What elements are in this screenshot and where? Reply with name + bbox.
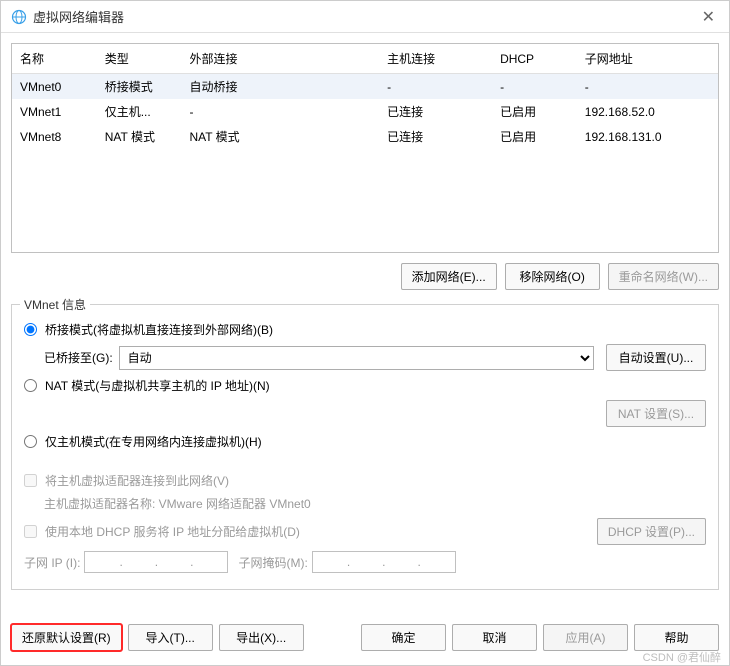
table-row[interactable]: VMnet1 仅主机... - 已连接 已启用 192.168.52.0 xyxy=(12,99,718,124)
window-title: 虚拟网络编辑器 xyxy=(33,7,698,26)
subnet-mask-label: 子网掩码(M): xyxy=(238,554,307,571)
bridge-radio[interactable] xyxy=(24,323,37,336)
vmnet-info-group: VMnet 信息 桥接模式(将虚拟机直接连接到外部网络)(B) 已桥接至(G):… xyxy=(11,304,719,590)
content-area: 名称 类型 外部连接 主机连接 DHCP 子网地址 VMnet0 桥接模式 自动… xyxy=(1,33,729,616)
table-row[interactable]: VMnet0 桥接模式 自动桥接 - - - xyxy=(12,74,718,100)
bridge-label: 桥接模式(将虚拟机直接连接到外部网络)(B) xyxy=(45,321,273,338)
restore-defaults-button[interactable]: 还原默认设置(R) xyxy=(11,624,122,651)
col-dhcp[interactable]: DHCP xyxy=(492,44,577,74)
bottom-button-bar: 还原默认设置(R) 导入(T)... 导出(X)... 确定 取消 应用(A) … xyxy=(1,616,729,665)
bridge-to-label: 已桥接至(G): xyxy=(44,349,113,366)
auto-settings-button[interactable]: 自动设置(U)... xyxy=(606,344,706,371)
subnet-ip-label: 子网 IP (I): xyxy=(24,554,80,571)
apply-button: 应用(A) xyxy=(543,624,628,651)
bridge-mode-row[interactable]: 桥接模式(将虚拟机直接连接到外部网络)(B) xyxy=(24,321,706,338)
table-header-row: 名称 类型 外部连接 主机连接 DHCP 子网地址 xyxy=(12,44,718,74)
bridge-to-select[interactable]: 自动 xyxy=(119,346,594,370)
titlebar: 虚拟网络编辑器 ✕ xyxy=(1,1,729,33)
add-network-button[interactable]: 添加网络(E)... xyxy=(401,263,497,290)
col-name[interactable]: 名称 xyxy=(12,44,97,74)
table-row[interactable]: VMnet8 NAT 模式 NAT 模式 已连接 已启用 192.168.131… xyxy=(12,124,718,149)
nat-label: NAT 模式(与虚拟机共享主机的 IP 地址)(N) xyxy=(45,377,270,394)
rename-network-button: 重命名网络(W)... xyxy=(608,263,719,290)
subnet-ip-input: ... xyxy=(84,551,228,573)
col-ext[interactable]: 外部连接 xyxy=(181,44,379,74)
close-icon[interactable]: ✕ xyxy=(698,7,719,27)
col-type[interactable]: 类型 xyxy=(97,44,182,74)
export-button[interactable]: 导出(X)... xyxy=(219,624,304,651)
bridge-to-row: 已桥接至(G): 自动 自动设置(U)... xyxy=(44,344,706,371)
hostonly-mode-row[interactable]: 仅主机模式(在专用网络内连接虚拟机)(H) xyxy=(24,433,706,450)
nat-radio[interactable] xyxy=(24,379,37,392)
virtual-network-editor-window: 虚拟网络编辑器 ✕ 名称 类型 外部连接 主机连接 DHCP 子网地址 xyxy=(0,0,730,666)
remove-network-button[interactable]: 移除网络(O) xyxy=(505,263,600,290)
col-host[interactable]: 主机连接 xyxy=(379,44,492,74)
hostonly-label: 仅主机模式(在专用网络内连接虚拟机)(H) xyxy=(45,433,262,450)
connect-adapter-row: 将主机虚拟适配器连接到此网络(V) xyxy=(24,472,706,489)
subnet-mask-input: ... xyxy=(312,551,456,573)
dhcp-settings-button: DHCP 设置(P)... xyxy=(597,518,706,545)
col-subnet[interactable]: 子网地址 xyxy=(577,44,718,74)
group-legend: VMnet 信息 xyxy=(20,296,90,313)
adapter-name-label: 主机虚拟适配器名称: VMware 网络适配器 VMnet0 xyxy=(44,495,311,512)
hostonly-radio[interactable] xyxy=(24,435,37,448)
globe-icon xyxy=(11,9,27,25)
nat-mode-row[interactable]: NAT 模式(与虚拟机共享主机的 IP 地址)(N) xyxy=(24,377,706,394)
dhcp-checkbox xyxy=(24,525,37,538)
watermark: CSDN @君仙醉 xyxy=(643,649,721,665)
dhcp-row: 使用本地 DHCP 服务将 IP 地址分配给虚拟机(D) DHCP 设置(P).… xyxy=(24,518,706,545)
ok-button[interactable]: 确定 xyxy=(361,624,446,651)
network-table[interactable]: 名称 类型 外部连接 主机连接 DHCP 子网地址 VMnet0 桥接模式 自动… xyxy=(11,43,719,253)
cancel-button[interactable]: 取消 xyxy=(452,624,537,651)
network-buttons-row: 添加网络(E)... 移除网络(O) 重命名网络(W)... xyxy=(11,263,719,290)
connect-adapter-label: 将主机虚拟适配器连接到此网络(V) xyxy=(45,472,229,489)
dhcp-label: 使用本地 DHCP 服务将 IP 地址分配给虚拟机(D) xyxy=(45,523,300,540)
subnet-row: 子网 IP (I): ... 子网掩码(M): ... xyxy=(24,551,706,573)
import-button[interactable]: 导入(T)... xyxy=(128,624,213,651)
adapter-name-row: 主机虚拟适配器名称: VMware 网络适配器 VMnet0 xyxy=(44,495,706,512)
help-button[interactable]: 帮助 xyxy=(634,624,719,651)
connect-adapter-checkbox xyxy=(24,474,37,487)
nat-settings-button: NAT 设置(S)... xyxy=(606,400,706,427)
